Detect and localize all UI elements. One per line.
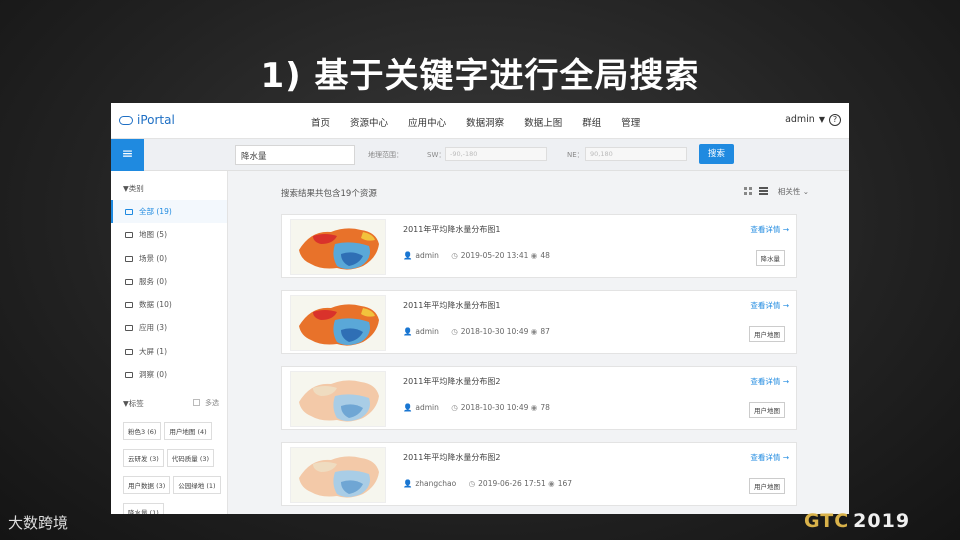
help-icon[interactable]: ? [829,114,841,126]
nav-admin[interactable]: 管理 [621,118,640,129]
nav-home[interactable]: 首页 [311,118,330,129]
main-nav: 首页 资源中心 应用中心 数据洞察 数据上图 群组 管理 [311,115,657,129]
user-icon: 👤 [403,251,413,260]
clock-icon: ◷ [451,251,458,260]
app-logo[interactable]: iPortal [119,113,175,127]
result-card[interactable]: 2011年平均降水量分布图2 👤 zhangchao ◷ 2019-06-26 17… [281,442,797,506]
folder-icon [125,302,133,309]
nav-app-center[interactable]: 应用中心 [408,118,446,129]
resource-title[interactable]: 2011年平均降水量分布图1 [403,224,500,235]
result-card[interactable]: 2011年平均降水量分布图1 👤 admin ◷ 2019-05-20 13:41 … [281,214,797,278]
resource-meta: 👤 admin ◷ 2018-10-30 10:49 ◉ 78 [403,403,550,412]
filter-sidebar: ▼类别 全部 (19) 地图 (5) 场景 (0) 服务 (0) 数据 (10)… [111,171,228,514]
geo-range-label: 地理范围： [368,151,403,159]
eye-icon: ◉ [530,327,538,336]
tag-cloud: 粉色3 (6) 用户地图 (4) 云研发 (3) 代码质量 (3) 用户数据 (3)… [111,409,227,514]
clock-icon: ◷ [451,403,458,412]
caret-down-icon[interactable]: ▼ [819,115,825,124]
top-nav: iPortal 首页 资源中心 应用中心 数据洞察 数据上图 群组 管理 adm… [111,103,849,139]
user-icon: 👤 [403,479,413,488]
eye-icon: ◉ [530,403,538,412]
view-details-link[interactable]: 查看详情 → [750,452,789,463]
slide-title: 1) 基于关键字进行全局搜索 [260,56,700,96]
iportal-window: iPortal 首页 资源中心 应用中心 数据洞察 数据上图 群组 管理 adm… [111,103,849,514]
category-header[interactable]: ▼类别 [111,171,227,194]
tag-item[interactable]: 粉色3 (6) [123,422,162,441]
result-card[interactable]: 2011年平均降水量分布图1 👤 admin ◷ 2018-10-30 10:49 … [281,290,797,354]
multi-select-toggle[interactable]: 多选 [193,398,219,408]
resource-meta: 👤 admin ◷ 2018-10-30 10:49 ◉ 87 [403,327,550,336]
map-thumbnail[interactable] [290,371,386,427]
nav-groups[interactable]: 群组 [582,118,601,129]
clock-icon: ◷ [468,479,476,488]
category-all[interactable]: 全部 (19) [111,200,227,224]
map-thumbnail[interactable] [290,447,386,503]
checkbox-icon[interactable] [193,399,200,407]
result-card[interactable]: 2011年平均降水量分布图2 👤 admin ◷ 2018-10-30 10:49 … [281,366,797,430]
view-details-link[interactable]: 查看详情 → [750,224,789,235]
menu-toggle-button[interactable]: ≡ [111,139,144,171]
eye-icon: ◉ [530,251,538,260]
username[interactable]: admin [785,114,815,125]
view-details-link[interactable]: 查看详情 → [750,300,789,311]
watermark-logo: 大数跨境 [8,514,69,532]
category-insight[interactable]: 洞察 (0) [111,363,227,386]
tag-item[interactable]: 降水量 (1) [123,503,164,514]
nav-data-insight[interactable]: 数据洞察 [466,118,504,129]
result-summary: 搜索结果共包含19个资源 [281,189,377,199]
search-bar: ≡ 降水量 地理范围： SW： -90,-180 NE： 90,180 搜索 [111,139,849,171]
list-view-icon[interactable] [758,187,768,195]
tag-item[interactable]: 用户地图 (4) [164,422,212,441]
tag-item[interactable]: 云研发 (3) [123,449,164,468]
cloud-icon [119,116,133,125]
resource-meta: 👤 zhangchao ◷ 2019-06-26 17:51 ◉ 167 [403,479,573,488]
map-thumbnail[interactable] [290,219,386,275]
map-thumbnail[interactable] [290,295,386,351]
tag-item[interactable]: 公园绿地 (1) [173,476,221,495]
nav-resource-center[interactable]: 资源中心 [350,118,388,129]
sw-input[interactable]: -90,-180 [445,147,547,161]
resource-tag[interactable]: 降水量 [755,250,785,266]
sw-label: SW： [427,151,446,159]
resource-tag[interactable]: 用户地图 [749,402,785,418]
category-scene[interactable]: 场景 (0) [111,247,227,270]
resource-tag[interactable]: 用户地图 [749,326,785,342]
eye-icon: ◉ [548,479,555,488]
nav-data-map[interactable]: 数据上图 [524,118,562,129]
category-map[interactable]: 地图 (5) [111,223,227,246]
folder-icon [125,278,133,285]
tags-header[interactable]: ▼标签 [123,399,144,408]
ne-input[interactable]: 90,180 [585,147,687,161]
search-button[interactable]: 搜索 [699,144,734,164]
resource-meta: 👤 admin ◷ 2019-05-20 13:41 ◉ 48 [403,251,550,260]
folder-icon [125,255,133,262]
user-menu[interactable]: admin ▼? [785,114,841,126]
category-data[interactable]: 数据 (10) [111,293,227,316]
category-app[interactable]: 应用 (3) [111,316,227,339]
gtc-logo: GTC 2019 [804,510,911,532]
resource-tag[interactable]: 用户地图 [749,478,785,494]
resource-title[interactable]: 2011年平均降水量分布图2 [403,376,500,387]
folder-icon [125,348,133,355]
user-icon: 👤 [403,327,413,336]
tag-item[interactable]: 用户数据 (3) [123,476,171,495]
user-icon: 👤 [403,403,413,412]
view-details-link[interactable]: 查看详情 → [750,376,789,387]
resource-title[interactable]: 2011年平均降水量分布图1 [403,300,500,311]
category-dashboard[interactable]: 大屏 (1) [111,340,227,363]
grid-view-icon[interactable] [743,187,752,195]
view-controls: 相关性 ⌄ [743,186,809,197]
resource-title[interactable]: 2011年平均降水量分布图2 [403,452,500,463]
folder-icon [125,209,133,215]
folder-icon [125,372,133,379]
clock-icon: ◷ [451,327,458,336]
tag-item[interactable]: 代码质量 (3) [166,449,215,468]
sort-select[interactable]: 相关性 ⌄ [778,187,809,196]
folder-icon [125,325,133,332]
tags-header-row: ▼标签 多选 [111,386,227,409]
ne-label: NE： [567,151,584,159]
folder-icon [125,232,133,239]
category-service[interactable]: 服务 (0) [111,270,227,293]
keyword-input[interactable]: 降水量 [235,145,355,165]
